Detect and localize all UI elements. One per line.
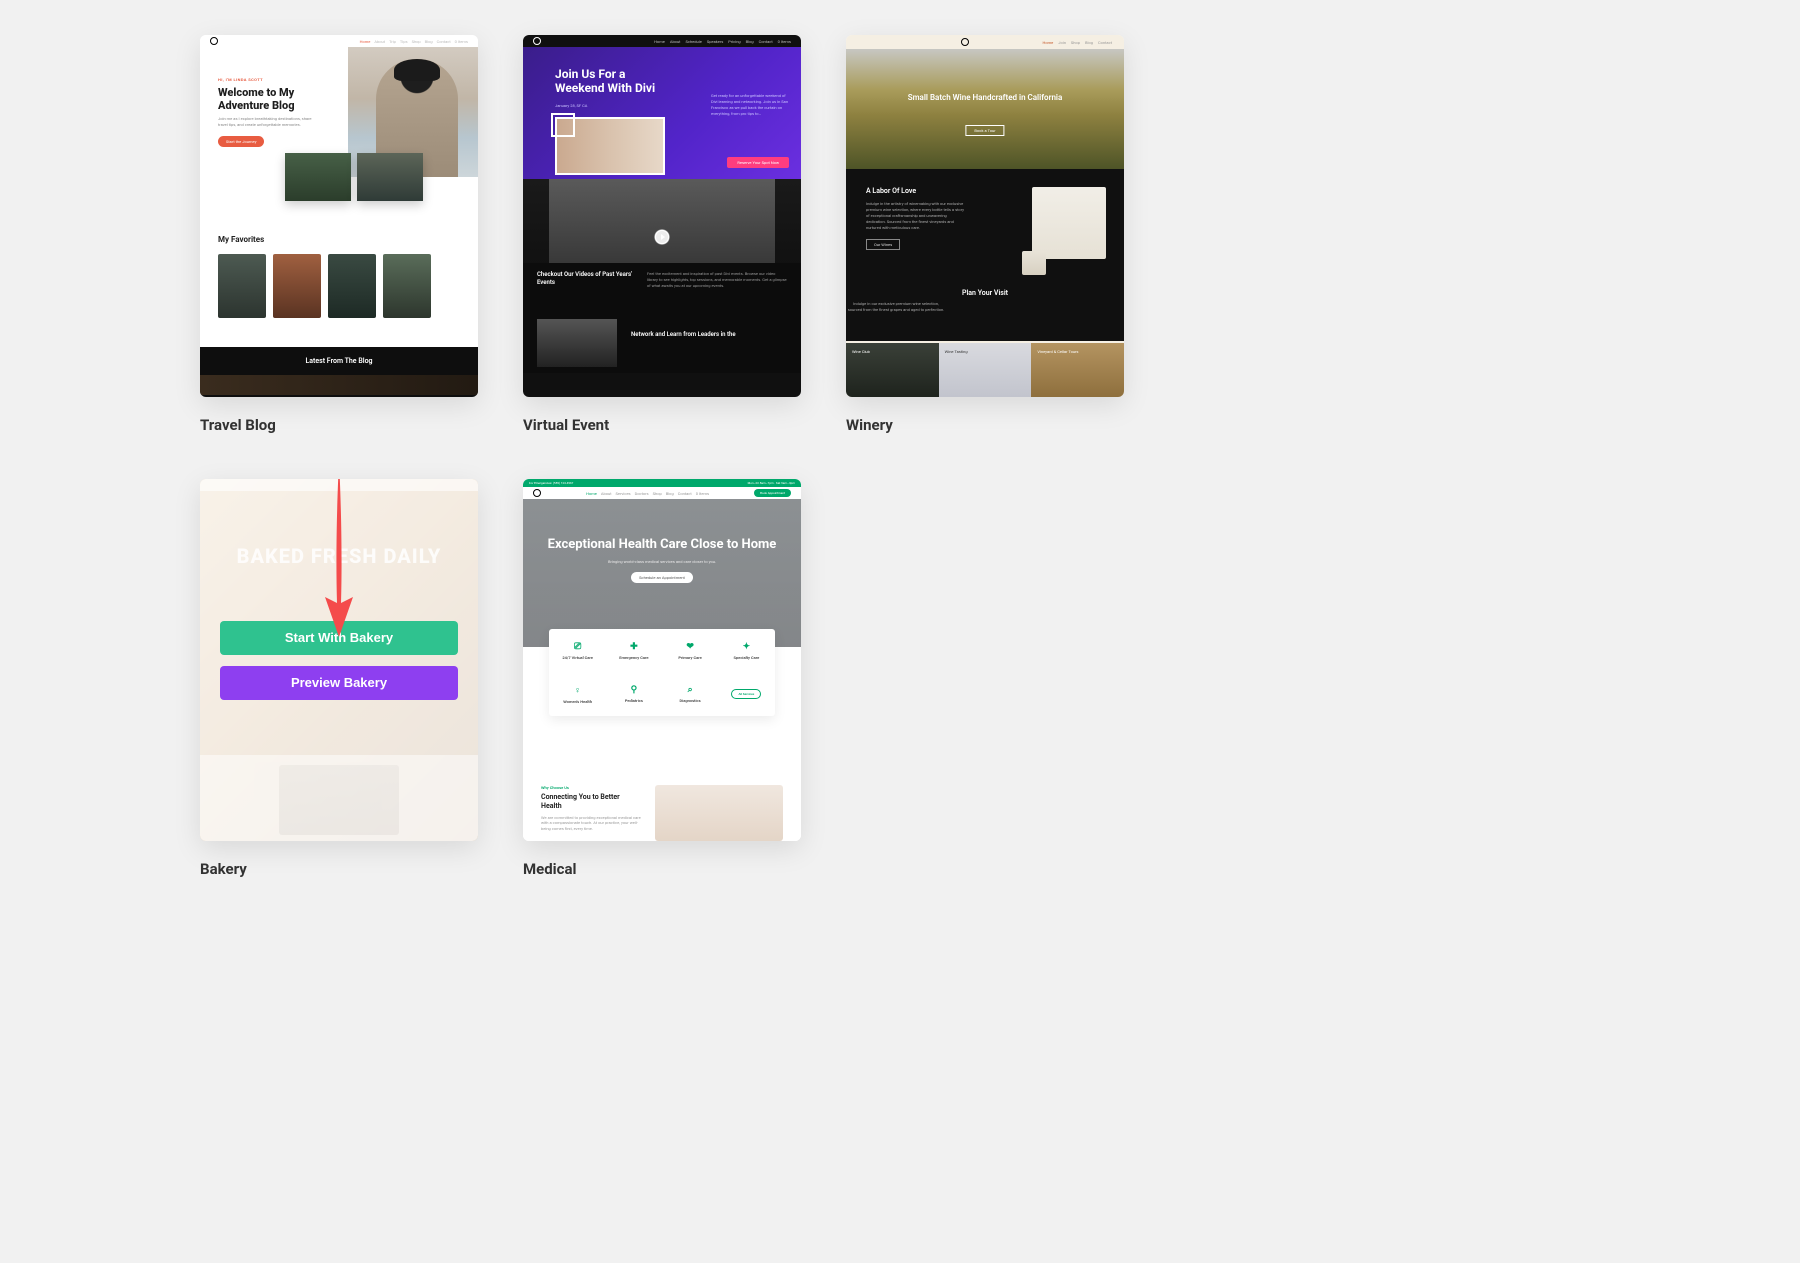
template-title: Medical — [523, 860, 801, 878]
template-thumb-travel[interactable]: HomeAboutTripTipsShopBlogContact0 Items … — [200, 35, 478, 397]
section-image — [655, 785, 783, 841]
hero-heading: Join Us For a Weekend With Divi — [555, 67, 675, 96]
mini-hero: Exceptional Health Care Close to Home Br… — [523, 499, 801, 647]
section-title: Connecting You to Better Health — [541, 793, 641, 811]
section-image — [537, 319, 617, 367]
template-grid: HomeAboutTripTipsShopBlogContact0 Items … — [0, 0, 1800, 878]
template-thumb-medical[interactable]: For Emergencies: (555) 123-4567Mon–Fri 8… — [523, 479, 801, 841]
hero-heading: Small Batch Wine Handcrafted in Californ… — [846, 93, 1124, 103]
mini-hero: HI, I'M LINDA SCOTT Welcome to My Advent… — [200, 47, 478, 177]
section-title: Checkout Our Videos of Past Years' Event… — [537, 271, 633, 305]
hero-sub: Bringing world-class medical services an… — [523, 559, 801, 564]
divi-logo-icon — [533, 37, 541, 45]
eyebrow: HI, I'M LINDA SCOTT — [218, 77, 336, 82]
template-card-medical: For Emergencies: (555) 123-4567Mon–Fri 8… — [523, 479, 801, 878]
section-title: Network and Learn from Leaders in the — [631, 319, 787, 367]
divi-logo-icon — [210, 37, 218, 45]
mini-hero: Small Batch Wine Handcrafted in Californ… — [846, 49, 1124, 169]
labor-section: A Labor Of Love Indulge in the artistry … — [846, 169, 1124, 341]
mini-topbar: HomeAboutServicesDoctorsShopBlogContact0… — [523, 487, 801, 499]
hero-cta: Reserve Your Spot Now — [727, 157, 789, 168]
preview-button[interactable]: Preview Bakery — [220, 666, 458, 700]
mini-nav: HomeJoinShopBlogContact — [1042, 40, 1112, 45]
template-title: Bakery — [200, 860, 478, 878]
primary-care-icon: ❤ — [686, 642, 694, 652]
section-copy: Indulge in the artistry of winemaking wi… — [866, 201, 966, 231]
template-thumb-bakery[interactable]: BAKED FRESH DAILY Start With Bakery Prev… — [200, 479, 478, 841]
mini-nav: HomeAboutTripTipsShopBlogContact0 Items — [360, 39, 468, 44]
hero-sub: Join me as I explore breathtaking destin… — [218, 116, 318, 127]
section-copy: We are committed to providing exceptiona… — [541, 815, 641, 832]
mini-nav: HomeAboutScheduleSpeakersPricingBlogCont… — [654, 39, 791, 44]
divi-logo-icon — [961, 38, 969, 46]
hero-copy: Get ready for an unforgettable weekend o… — [711, 93, 789, 117]
hero-cta: Start the Journey — [218, 136, 264, 147]
plan-section: Plan Your Visit Indulge in our exclusive… — [846, 289, 1124, 313]
all-services-button: All Services — [731, 689, 761, 699]
divi-logo-icon — [533, 489, 541, 497]
latest-section: Latest From The Blog — [200, 347, 478, 397]
template-thumb-winery[interactable]: HomeJoinShopBlogContact Small Batch Wine… — [846, 35, 1124, 397]
favorites-section: My Favorites — [200, 235, 478, 318]
start-with-button[interactable]: Start With Bakery — [220, 621, 458, 655]
hero-heading: Exceptional Health Care Close to Home — [523, 499, 801, 553]
section-copy: Feel the excitement and inspiration of p… — [647, 271, 787, 305]
wine-glass-image — [1022, 251, 1046, 275]
template-card-winery: HomeJoinShopBlogContact Small Batch Wine… — [846, 35, 1124, 434]
womens-health-icon: ♀ — [574, 685, 581, 696]
video-section: Checkout Our Videos of Past Years' Event… — [523, 179, 801, 313]
appointment-button: Book Appointment — [754, 489, 791, 497]
template-title: Travel Blog — [200, 416, 478, 434]
image-strip — [285, 153, 423, 201]
diagnostics-icon: ⌕ — [688, 685, 693, 695]
template-card-travel: HomeAboutTripTipsShopBlogContact0 Items … — [200, 35, 478, 434]
announcement-bar: For Emergencies: (555) 123-4567Mon–Fri 8… — [523, 479, 801, 487]
mini-nav: HomeAboutServicesDoctorsShopBlogContact0… — [586, 491, 709, 496]
pediatrics-icon: ⚲ — [631, 685, 638, 695]
virtual-care-icon: ⎚ — [574, 642, 581, 652]
tiles-row: Wine Club Wine Tasting Vineyard & Cellar… — [846, 343, 1124, 397]
mini-hero: Join Us For a Weekend With Divi January … — [523, 47, 801, 179]
mini-topbar: HomeJoinShopBlogContact — [846, 35, 1124, 49]
speakers-image — [555, 117, 665, 175]
template-title: Virtual Event — [523, 416, 801, 434]
template-thumb-virtual[interactable]: HomeAboutScheduleSpeakersPricingBlogCont… — [523, 35, 801, 397]
template-card-bakery: BAKED FRESH DAILY Start With Bakery Prev… — [200, 479, 478, 878]
network-section: Network and Learn from Leaders in the — [523, 313, 801, 373]
specialty-icon: ✦ — [743, 642, 751, 652]
why-section: Why Choose Us Connecting You to Better H… — [523, 771, 801, 841]
hero-cta: Schedule an Appointment — [631, 572, 693, 583]
services-grid: ⎚24/7 Virtual Care ✚Emergency Care ❤Prim… — [549, 629, 775, 716]
emergency-icon: ✚ — [630, 642, 638, 652]
mini-topbar: HomeAboutTripTipsShopBlogContact0 Items — [200, 35, 478, 47]
mini-topbar: HomeAboutScheduleSpeakersPricingBlogCont… — [523, 35, 801, 47]
play-icon — [655, 230, 669, 244]
corkscrew-image — [1032, 187, 1106, 259]
section-cta: Our Wines — [866, 239, 900, 250]
hover-overlay: Start With Bakery Preview Bakery — [200, 479, 478, 841]
hero-date: January 28, SF CA — [555, 103, 587, 108]
template-card-virtual: HomeAboutScheduleSpeakersPricingBlogCont… — [523, 35, 801, 434]
hero-heading: Welcome to My Adventure Blog — [218, 86, 336, 112]
template-title: Winery — [846, 416, 1124, 434]
hero-cta: Book a Tour — [965, 125, 1004, 136]
